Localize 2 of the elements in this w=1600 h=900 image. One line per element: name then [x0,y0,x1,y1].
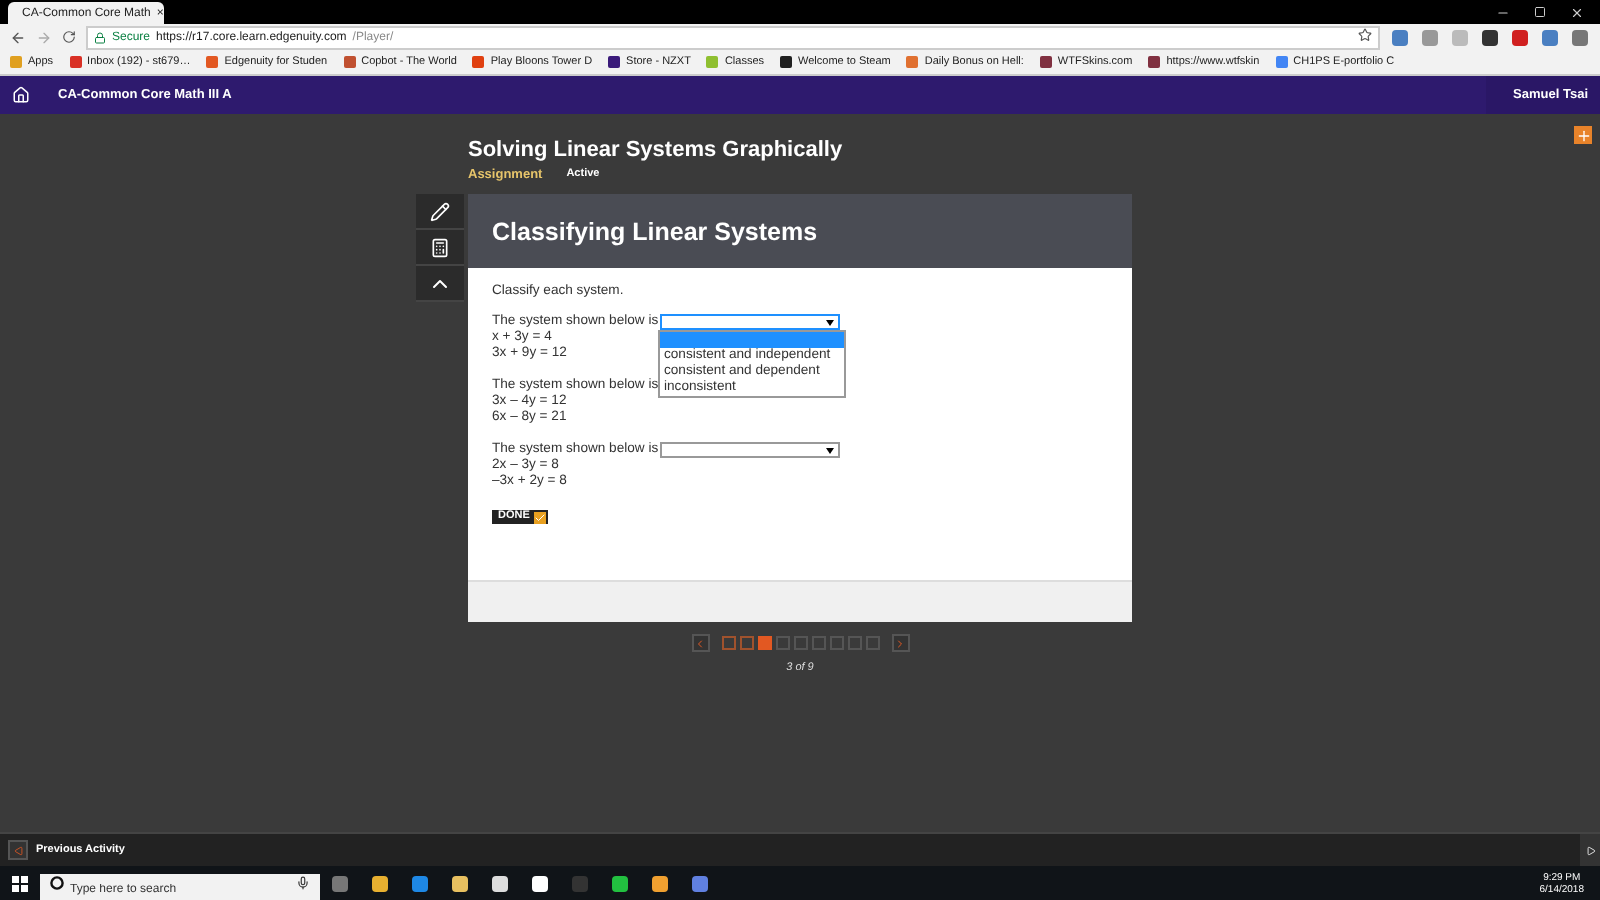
lesson-title: Solving Linear Systems Graphically [468,138,845,162]
activity-title: Classifying Linear Systems [468,194,1132,268]
